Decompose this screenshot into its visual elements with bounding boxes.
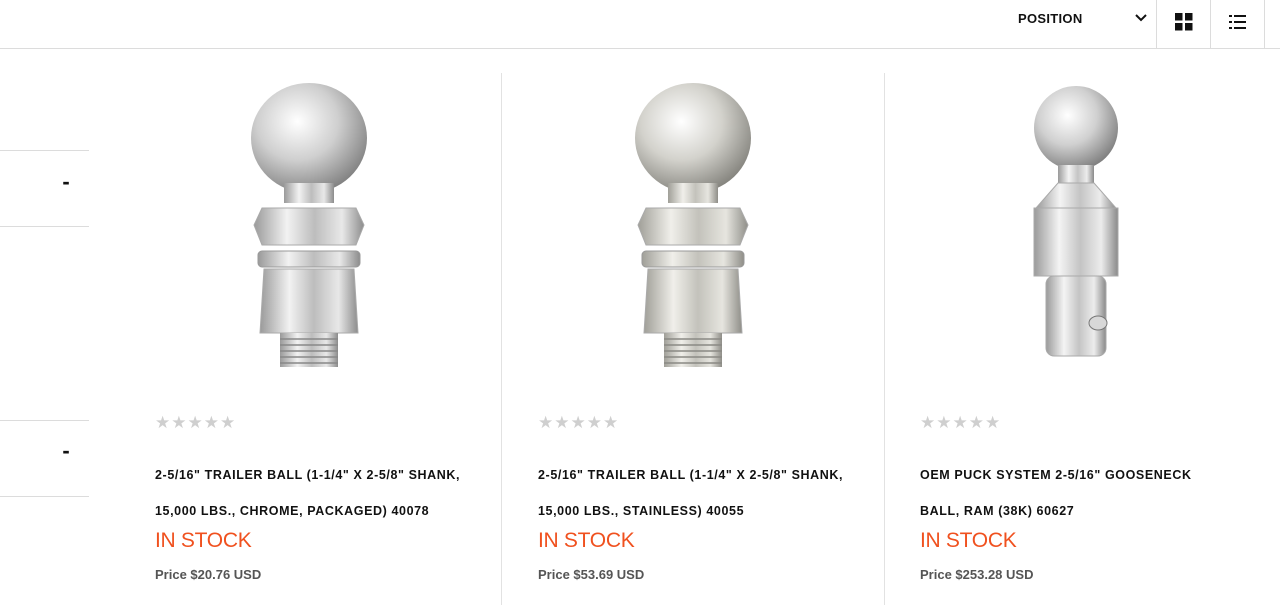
product-card: ★★★★★ OEM PUCK SYSTEM 2-5/16" GOOSENECK … [884, 73, 1266, 605]
product-image-link[interactable] [885, 73, 1266, 383]
product-title-line: OEM PUCK SYSTEM 2-5/16" GOOSENECK [920, 468, 1192, 482]
filter-collapse-toggle[interactable]: - [58, 171, 74, 193]
list-view-icon [1229, 15, 1246, 29]
stock-status: IN STOCK [538, 529, 635, 552]
product-card: ★★★★★ 2-5/16" TRAILER BALL (1-1/4" X 2-5… [118, 73, 500, 605]
filter-divider [0, 150, 89, 151]
product-card: ★★★★★ 2-5/16" TRAILER BALL (1-1/4" X 2-5… [501, 73, 883, 605]
product-title-link[interactable]: 2-5/16" TRAILER BALL (1-1/4" X 2-5/8" SH… [538, 457, 858, 529]
product-title-link[interactable]: 2-5/16" TRAILER BALL (1-1/4" X 2-5/8" SH… [155, 457, 475, 529]
product-image-link[interactable] [502, 73, 883, 383]
rating-stars: ★★★★★ [920, 413, 1002, 432]
rating-stars: ★★★★★ [155, 413, 237, 432]
gooseneck-ball-image [1033, 86, 1118, 357]
product-title-line: BALL, RAM (38K) 60627 [920, 504, 1075, 518]
filter-divider [0, 420, 89, 421]
product-title-line: 15,000 LBS., STAINLESS) 40055 [538, 504, 745, 518]
rating-stars: ★★★★★ [538, 413, 620, 432]
grid-view-button[interactable] [1156, 0, 1210, 48]
grid-view-icon [1175, 13, 1193, 31]
product-title-line: 2-5/16" TRAILER BALL (1-1/4" X 2-5/8" SH… [538, 468, 844, 482]
filter-divider [0, 496, 89, 497]
sort-by-label: POSITION [1018, 11, 1083, 26]
product-title-line: 15,000 LBS., CHROME, PACKAGED) 40078 [155, 504, 430, 518]
product-title-link[interactable]: OEM PUCK SYSTEM 2-5/16" GOOSENECK BALL, … [920, 457, 1240, 529]
stainless-trailer-ball-image [634, 83, 751, 367]
toolbar: POSITION [0, 0, 1280, 49]
chevron-down-icon [1135, 14, 1147, 22]
stock-status: IN STOCK [920, 529, 1017, 552]
product-image-link[interactable] [118, 73, 500, 383]
filter-collapse-toggle[interactable]: - [58, 440, 74, 462]
sort-by-dropdown[interactable]: POSITION [1003, 0, 1156, 48]
product-price: Price $20.76 USD [155, 567, 262, 582]
product-price: Price $53.69 USD [538, 567, 645, 582]
list-view-button[interactable] [1210, 0, 1265, 48]
product-title-line: 2-5/16" TRAILER BALL (1-1/4" X 2-5/8" SH… [155, 468, 461, 482]
stock-status: IN STOCK [155, 529, 252, 552]
filter-divider [0, 226, 89, 227]
chrome-trailer-ball-image [251, 83, 367, 367]
product-price: Price $253.28 USD [920, 567, 1034, 582]
